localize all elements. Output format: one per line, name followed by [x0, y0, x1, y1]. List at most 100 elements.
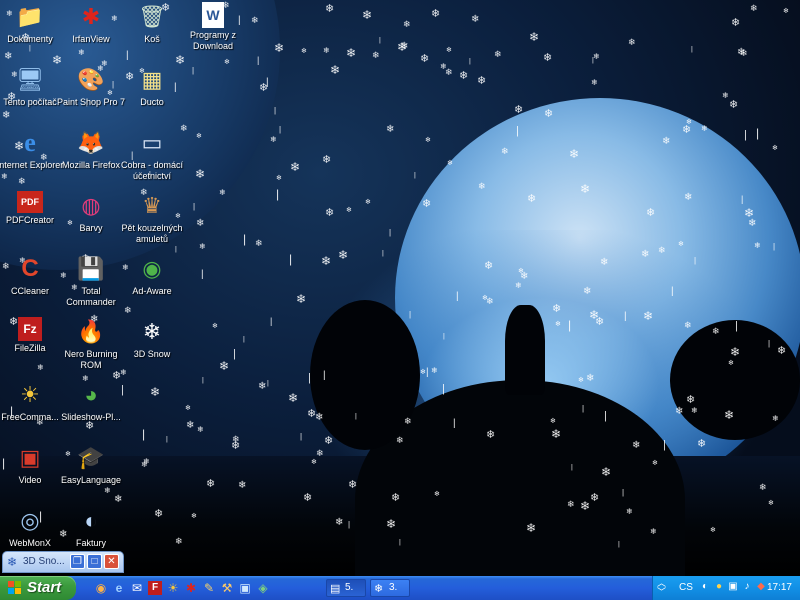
snowflake: ❄ [199, 242, 206, 251]
internet-explorer-icon: e [24, 128, 36, 157]
desktop-icon-paint-shop-pro[interactable]: 🎨 Paint Shop Pro 7 [56, 65, 126, 108]
snowflake: ❄ [628, 37, 636, 47]
quicklaunch-firefox-icon[interactable]: ◉ [94, 581, 108, 595]
chevron-up-icon[interactable]: ︿ ﹀ [657, 579, 666, 597]
snowflake: | [744, 129, 747, 141]
quicklaunch-tools-icon[interactable]: ⚒ [220, 581, 234, 595]
snowflake: | [142, 427, 146, 441]
snowflake: | [300, 432, 303, 441]
snowflake: | [289, 252, 293, 266]
my-computer-icon: 🖥 [16, 67, 44, 92]
quicklaunch-media-icon[interactable]: ▣ [238, 581, 252, 595]
snowflake: ❄ [270, 135, 277, 144]
restore-button[interactable]: ❐ [70, 554, 85, 569]
snowflake: ❄ [346, 46, 357, 60]
maximize-button[interactable]: □ [87, 554, 102, 569]
minimized-window-3d-snow[interactable]: ❄ 3D Sno... ❐ □ ✕ [2, 551, 124, 573]
desktop[interactable]: ❄ ❄ ❄ ❄ ❄ | | ❄ | ❄ ❄ | ❄ | | ❄ ❄ ❄ ❄ ❄ ❄ | ❄ ❄ ❄ | | ❄ | ❄ ❄ | ❄ ❄ ❄ ❄ ❄ | | ❄… [0, 0, 800, 576]
desktop-icon-total-commander[interactable]: 💾 Total Commander [56, 254, 126, 308]
snowflake: | [270, 316, 273, 326]
desktop-icon-amulety[interactable]: ♛ Pět kouzelných amuletů [117, 191, 187, 245]
desktop-icon-programy[interactable]: W Programy z Download [178, 2, 248, 52]
snowflake: ❄ [290, 160, 301, 174]
snowflake: | [592, 57, 594, 64]
snowflake: ❄ [185, 405, 191, 412]
desktop-icon-3d-snow[interactable]: ❄ 3D Snow [117, 317, 187, 360]
window-title: 3D Sno... [23, 556, 65, 567]
quicklaunch-pencil-icon[interactable]: ✎ [202, 581, 216, 595]
firefox-icon: 🦊 [77, 130, 105, 155]
desktop-icon-nero[interactable]: 🔥 Nero Burning ROM [56, 317, 126, 371]
desktop-icon-cobra[interactable]: ▭ Cobra - domácí účetnictví [117, 128, 187, 182]
antivirus-icon[interactable]: ● [713, 581, 725, 593]
language-indicator[interactable]: CS [679, 582, 693, 593]
desktop-icon-slideshow[interactable]: ◕ Slideshow-Pl... [56, 380, 126, 423]
desktop-icon-ad-aware[interactable]: ◉ Ad-Aware [117, 254, 187, 297]
quicklaunch-freecommander-icon[interactable]: ☀ [166, 581, 180, 595]
snowflake: | [201, 269, 204, 280]
snowflake: ❄ [346, 207, 352, 214]
snowflake: ❄ [255, 238, 263, 248]
quicklaunch-ad-aware-icon[interactable]: ◈ [256, 581, 270, 595]
wallpaper-tree-right [670, 320, 800, 440]
ducto-icon: ▦ [141, 67, 163, 92]
snowflake: | [276, 187, 280, 201]
system-tray: ︿ ﹀ CS ◐ ● ▣ ♪ ◆ 17:17 [652, 576, 800, 600]
snowflake: ❄ [593, 52, 600, 61]
quicklaunch-mail-icon[interactable]: ✉ [130, 581, 144, 595]
snowflake: ❄ [400, 41, 409, 52]
snowflake: ❄ [288, 391, 299, 405]
easylanguage-icon: 🎓 [77, 445, 105, 470]
desktop-icon-firefox[interactable]: 🦊 Mozilla Firefox [56, 128, 126, 171]
taskbar: Start ◉ e ✉ F ☀ ✱ ✎ ⚒ ▣ ◈ ▤ 5. ❄ 3. ︿ ﹀ C… [0, 576, 800, 600]
quicklaunch-irfanview-icon[interactable]: ✱ [184, 581, 198, 595]
taskbar-button-3d-snow[interactable]: ❄ 3. [370, 579, 410, 597]
barvy-icon: ◍ [81, 193, 101, 218]
monitor-icon[interactable]: ▣ [727, 581, 739, 593]
quicklaunch-filezilla-icon[interactable]: F [148, 581, 162, 595]
snowflake: ❄ [477, 75, 487, 87]
snowflake: ❄ [737, 47, 746, 58]
snowflake: ❄ [529, 30, 540, 44]
ccleaner-icon: C [21, 255, 39, 282]
webmonx-icon: ◎ [20, 508, 40, 533]
snowflake: ❄ [232, 434, 240, 444]
desktop-icon-recycle-bin[interactable]: 🗑 Koš [117, 2, 187, 45]
windows-logo-icon [8, 581, 22, 595]
task-label: 3. [389, 582, 398, 593]
desktop-icon-easylanguage[interactable]: 🎓 EasyLanguage [56, 443, 126, 486]
snowflake: ❄ [440, 62, 447, 71]
snowflake: | [756, 126, 760, 140]
shield-icon[interactable]: ◆ [755, 581, 767, 593]
total-commander-icon: 💾 [77, 256, 105, 281]
snowflake: ❄ [425, 137, 431, 144]
snowflake: | [469, 58, 471, 65]
snowflake: | [267, 380, 269, 387]
quicklaunch-ie-icon[interactable]: e [112, 581, 126, 595]
snowflake: ❄ [186, 420, 195, 431]
freecommander-icon: ☀ [20, 382, 40, 407]
taskbar-button-group-5[interactable]: ▤ 5. [326, 579, 366, 597]
desktop-icon-faktury[interactable]: ◐ Faktury [56, 506, 126, 549]
snowflake: | [414, 172, 416, 179]
start-button[interactable]: Start [0, 576, 76, 600]
desktop-icon-barvy[interactable]: ◍ Barvy [56, 191, 126, 234]
my-documents-icon: 📁 [16, 4, 44, 29]
paint-shop-pro-icon: 🎨 [77, 67, 105, 92]
snowflake: ❄ [307, 408, 317, 420]
filezilla-icon: Fz [18, 317, 42, 341]
desktop-icon-ducto[interactable]: ▦ Ducto [117, 65, 187, 108]
snowflake: | [379, 37, 381, 44]
close-button[interactable]: ✕ [104, 554, 119, 569]
network-icon[interactable]: ◐ [699, 581, 711, 593]
clock[interactable]: 17:17 [767, 582, 792, 593]
snowflake: ❄ [731, 17, 741, 29]
speaker-icon[interactable]: ♪ [741, 581, 753, 593]
snowflake: ❄ [750, 3, 758, 13]
ad-aware-icon: ◉ [142, 256, 162, 281]
snowflake: ❄ [494, 49, 502, 59]
snowflake: ❄ [325, 207, 335, 219]
snowflake: ❄ [325, 3, 335, 15]
desktop-icon-irfanview[interactable]: ✱ IrfanView [56, 2, 126, 45]
task-label: 5. [345, 582, 354, 593]
